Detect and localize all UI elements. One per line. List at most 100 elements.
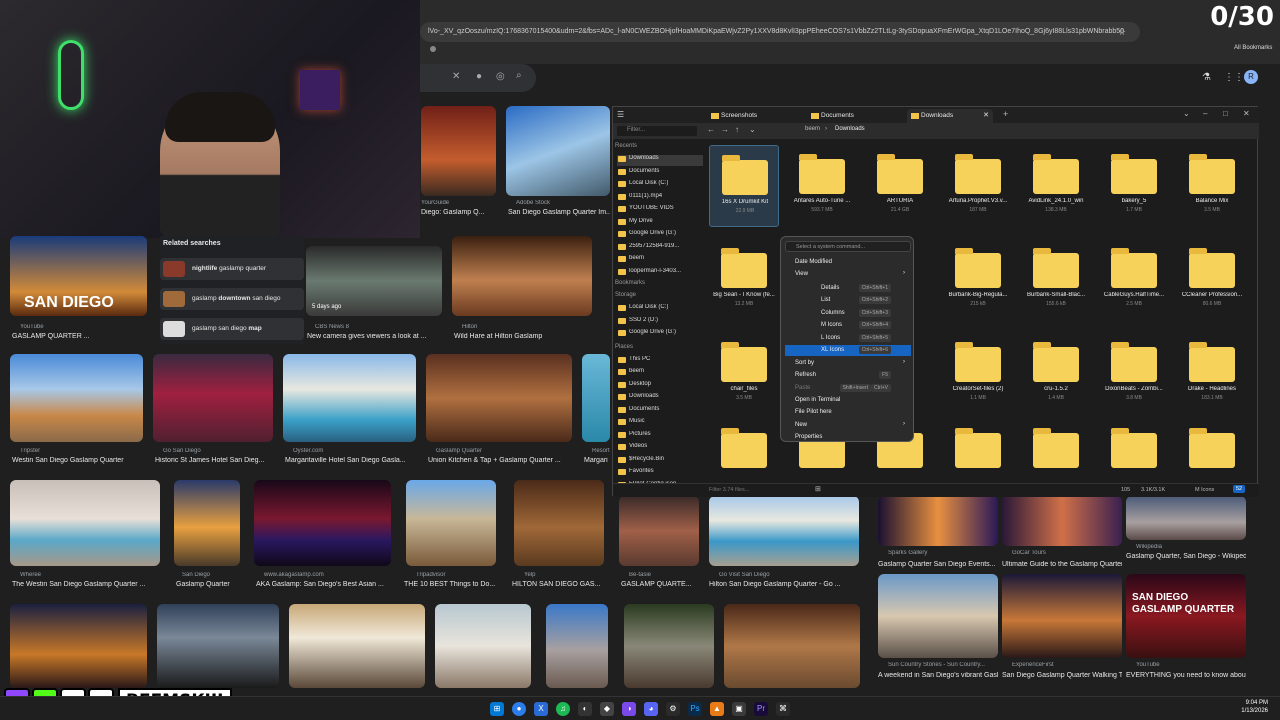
breadcrumb-downloads[interactable]: Downloads bbox=[835, 126, 865, 132]
minimize-icon[interactable]: – bbox=[1203, 109, 1207, 118]
menu-item[interactable]: View › bbox=[785, 269, 911, 280]
folder-item[interactable]: CreatorSet-files (2) 1.1 MB bbox=[943, 333, 1013, 415]
menu-item[interactable]: XL Icons Ctrl+Shift+6 bbox=[785, 345, 911, 356]
image-caption[interactable]: Hilton San Diego Gaslamp Quarter - Go ..… bbox=[709, 581, 859, 588]
image-result[interactable] bbox=[10, 480, 160, 566]
image-caption[interactable]: Gaslamp Quarter San Diego Events... bbox=[878, 561, 998, 568]
image-caption[interactable]: EVERYTHING you need to know about t... bbox=[1126, 672, 1246, 679]
clear-icon[interactable]: ✕ bbox=[452, 71, 460, 82]
dropdown-icon[interactable]: ⌄ bbox=[1183, 109, 1190, 118]
nav-item[interactable]: Google Drive (G:) bbox=[617, 329, 703, 340]
history-icon[interactable]: ⌄ bbox=[749, 125, 756, 134]
close-tab-icon[interactable]: ✕ bbox=[983, 111, 989, 119]
folder-item[interactable]: Burbank-Big-Regula... 215 kB bbox=[943, 239, 1013, 321]
folder-item[interactable]: AvidLink_24.1.0_win 138.3 MB bbox=[1021, 145, 1091, 227]
nav-item[interactable]: $Recycle.Bin bbox=[617, 456, 703, 467]
image-result[interactable] bbox=[435, 604, 531, 688]
nav-section-places[interactable]: Places bbox=[615, 344, 633, 350]
menu-item[interactable]: Details Ctrl+Shift+1 bbox=[785, 283, 911, 294]
image-caption[interactable]: A weekend in San Diego's vibrant Gasla..… bbox=[878, 672, 998, 679]
menu-item[interactable]: Refresh F5 bbox=[785, 370, 911, 381]
tab-downloads[interactable]: Downloads ✕ bbox=[907, 109, 993, 123]
lens-icon[interactable]: ◎ bbox=[496, 71, 505, 82]
image-result[interactable] bbox=[878, 574, 998, 658]
nav-item[interactable]: Music bbox=[617, 418, 703, 429]
command-search[interactable]: Select a system command... bbox=[785, 241, 911, 252]
image-result[interactable] bbox=[10, 604, 147, 688]
image-result[interactable] bbox=[878, 496, 998, 546]
nav-item[interactable]: Documents bbox=[617, 406, 703, 417]
folder-item[interactable]: 16s X Drumkit Kit 22.9 MB bbox=[709, 145, 779, 227]
filter-icon[interactable]: ⊞ bbox=[815, 485, 821, 493]
image-caption[interactable]: THE 10 BEST Things to Do... bbox=[404, 581, 504, 588]
nav-section-bookmarks[interactable]: Bookmarks bbox=[615, 280, 645, 286]
app-icon[interactable]: ◑ bbox=[622, 702, 636, 716]
nav-item[interactable]: Local Disk (C:) bbox=[617, 304, 703, 315]
chrome-icon[interactable]: ● bbox=[512, 702, 526, 716]
mic-icon[interactable]: ● bbox=[476, 71, 482, 82]
image-result[interactable] bbox=[506, 106, 610, 196]
image-result[interactable]: SAN DIEGO bbox=[10, 236, 147, 316]
spotify-icon[interactable]: ♫ bbox=[556, 702, 570, 716]
nav-item[interactable]: SSD 2 (D:) bbox=[617, 317, 703, 328]
folder-item[interactable]: Drake - Headlines 183.1 MB bbox=[1177, 333, 1247, 415]
image-caption[interactable]: Ultimate Guide to the Gaslamp Quarter o.… bbox=[1002, 561, 1122, 568]
folder-item[interactable] bbox=[943, 419, 1013, 479]
nav-item[interactable]: Downloads bbox=[617, 155, 703, 166]
image-result[interactable] bbox=[406, 480, 496, 566]
vlc-icon[interactable]: ▲ bbox=[710, 702, 724, 716]
nav-item[interactable]: looperman-l-3403... bbox=[617, 268, 703, 279]
nav-section-recents[interactable]: Recents bbox=[615, 143, 637, 149]
menu-item[interactable]: Date Modified bbox=[785, 257, 911, 268]
nav-item[interactable]: Pictures bbox=[617, 431, 703, 442]
premiere-icon[interactable]: Pr bbox=[754, 702, 768, 716]
image-result[interactable] bbox=[546, 604, 608, 688]
menu-item[interactable]: Columns Ctrl+Shift+3 bbox=[785, 308, 911, 319]
image-caption[interactable]: San Diego Gaslamp Quarter Im... bbox=[508, 209, 610, 216]
folder-item[interactable]: Arturia.Prophet.V3.v... 187 MB bbox=[943, 145, 1013, 227]
image-caption[interactable]: Union Kitchen & Tap + Gaslamp Quarter ..… bbox=[428, 457, 574, 464]
image-caption[interactable]: Margaritaville Hotel San Diego Gasla... bbox=[285, 457, 416, 464]
tab-screenshots[interactable]: Screenshots bbox=[707, 109, 805, 123]
image-result[interactable] bbox=[1126, 496, 1246, 540]
nav-item[interactable]: My Drive bbox=[617, 218, 703, 229]
maximize-icon[interactable]: □ bbox=[1223, 109, 1228, 118]
image-result[interactable] bbox=[157, 604, 279, 688]
folder-item[interactable]: ARTURIA 21.4 GB bbox=[865, 145, 935, 227]
nav-item[interactable]: 0111(1).mp4 bbox=[617, 193, 703, 204]
app-icon[interactable]: ⚙ bbox=[666, 702, 680, 716]
image-result[interactable] bbox=[582, 354, 610, 442]
image-result[interactable] bbox=[452, 236, 592, 316]
nav-item[interactable]: YOUTUBE VIDS bbox=[617, 205, 703, 216]
folder-item[interactable]: DixonBeats - Zombi... 3.8 MB bbox=[1099, 333, 1169, 415]
image-result[interactable]: SAN DIEGO GASLAMP QUARTER bbox=[1126, 574, 1246, 658]
menu-item[interactable]: Sort by › bbox=[785, 358, 911, 369]
image-result[interactable] bbox=[709, 496, 859, 566]
image-caption[interactable]: New camera gives viewers a look at ... bbox=[307, 333, 443, 340]
image-caption[interactable]: Wild Hare at Hilton Gaslamp bbox=[454, 333, 594, 340]
folder-item[interactable] bbox=[709, 419, 779, 479]
menu-item[interactable]: Open in Terminal bbox=[785, 395, 911, 406]
image-caption[interactable]: Diego: Gaslamp Q... bbox=[421, 209, 501, 216]
image-caption[interactable]: Historic St James Hotel San Dieg... bbox=[155, 457, 273, 464]
folder-item[interactable] bbox=[1177, 419, 1247, 479]
image-caption[interactable]: Westin San Diego Gaslamp Quarter bbox=[12, 457, 148, 464]
start-icon[interactable]: ⊞ bbox=[490, 702, 504, 716]
folder-item[interactable]: bakery_5 1.7 MB bbox=[1099, 145, 1169, 227]
image-result[interactable] bbox=[624, 604, 714, 688]
menu-item[interactable]: L Icons Ctrl+Shift+5 bbox=[785, 333, 911, 344]
menu-icon[interactable]: ☰ bbox=[617, 110, 624, 119]
folder-item[interactable]: Antares Auto-Tune ... 593.7 MB bbox=[787, 145, 857, 227]
image-result[interactable]: 5 days ago bbox=[306, 246, 442, 316]
back-icon[interactable]: ← bbox=[707, 125, 715, 134]
nav-filter[interactable]: Filter... bbox=[617, 126, 697, 136]
image-result[interactable] bbox=[10, 354, 143, 442]
image-caption[interactable]: San Diego Gaslamp Quarter Walking Tou... bbox=[1002, 672, 1122, 679]
folder-item[interactable]: chair_files 3.5 MB bbox=[709, 333, 779, 415]
image-caption[interactable]: Margari bbox=[584, 457, 610, 464]
photoshop-icon[interactable]: Ps bbox=[688, 702, 702, 716]
nav-section-storage[interactable]: Storage bbox=[615, 292, 636, 298]
search-icon[interactable]: ⌕ bbox=[516, 70, 522, 81]
image-result[interactable] bbox=[724, 604, 860, 688]
related-search-item[interactable]: nightlife gaslamp quarter bbox=[160, 258, 304, 280]
